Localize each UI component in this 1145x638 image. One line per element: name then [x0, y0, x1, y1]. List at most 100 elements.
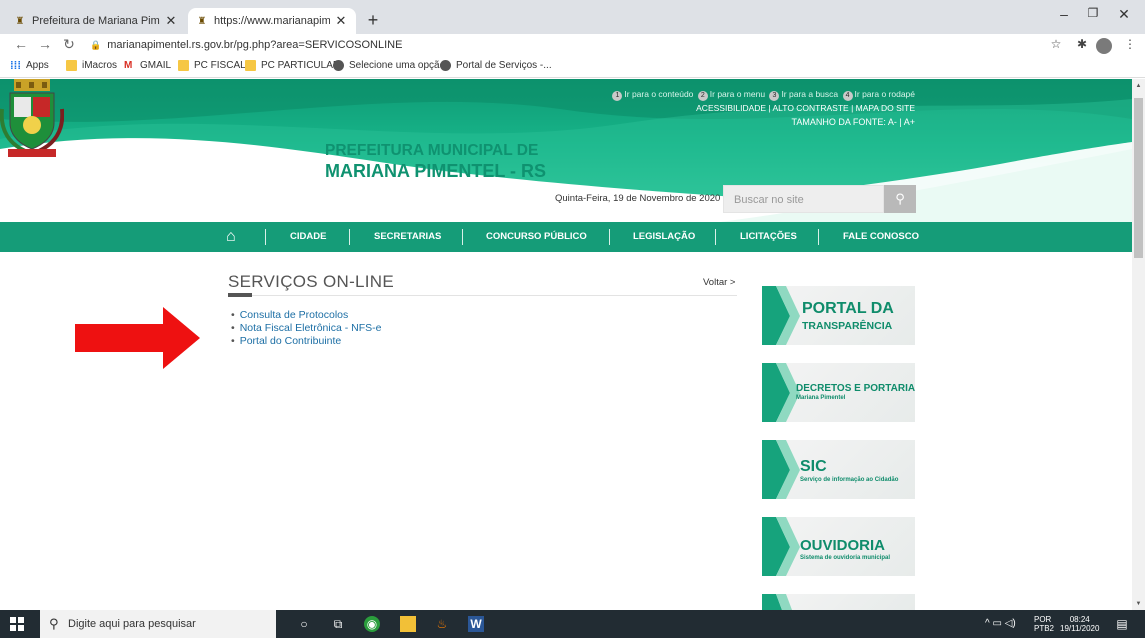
- cortana-icon[interactable]: ○: [296, 616, 312, 632]
- site-favicon-icon: ♜: [15, 15, 25, 27]
- banner-sic[interactable]: SIC Serviço de informação ao Cidadão: [762, 440, 915, 499]
- font-size-label: TAMANHO DA FONTE:: [791, 117, 886, 127]
- back-icon[interactable]: ←: [12, 36, 30, 52]
- number-3-icon: 3: [769, 91, 780, 101]
- folder-icon: [178, 60, 189, 71]
- bookmark-star-icon[interactable]: ☆: [1048, 37, 1064, 51]
- number-4-icon: 4: [842, 91, 853, 101]
- globe-icon: [440, 60, 451, 71]
- taskbar-search-placeholder: Digite aqui para pesquisar: [68, 618, 196, 630]
- main-nav: ⌂ CIDADE SECRETARIAS CONCURSO PÚBLICO LE…: [0, 222, 1132, 252]
- skip-content-link[interactable]: Ir para o conteúdo: [624, 89, 693, 99]
- nav-separator: [818, 229, 819, 245]
- bookmark-pc-particular[interactable]: PC PARTICULAR: [245, 60, 340, 71]
- site-favicon-icon: ♜: [197, 15, 207, 27]
- accessibility-links[interactable]: ACESSIBILIDADE | ALTO CONTRASTE | MAPA D…: [610, 101, 915, 115]
- close-tab-icon[interactable]: ✕: [164, 13, 178, 29]
- banner-stripe-graphic: [762, 517, 800, 576]
- scroll-up-icon[interactable]: ▲: [1132, 83, 1145, 89]
- browser-tab[interactable]: ♜ Prefeitura de Mariana Pimentel - ✕: [6, 8, 186, 34]
- site-brand[interactable]: PREFEITURA MUNICIPAL DE MARIANA PIMENTEL…: [325, 140, 546, 182]
- service-link-contribuinte[interactable]: Portal do Contribuinte: [231, 335, 381, 348]
- skip-menu-link[interactable]: Ir para o menu: [710, 89, 765, 99]
- nav-item-legislacao[interactable]: LEGISLAÇÃO: [633, 231, 695, 242]
- back-link[interactable]: Voltar >: [703, 277, 735, 288]
- menu-icon[interactable]: ⋮: [1122, 37, 1138, 51]
- bookmark-selecione[interactable]: Selecione uma opção: [333, 60, 445, 71]
- skip-search-link[interactable]: Ir para a busca: [781, 89, 838, 99]
- task-view-icon[interactable]: ⧉: [330, 616, 346, 632]
- close-tab-icon[interactable]: ✕: [334, 13, 348, 29]
- service-link-protocolos[interactable]: Consulta de Protocolos: [231, 309, 381, 322]
- site-search-input[interactable]: Buscar no site: [723, 185, 884, 213]
- app-flame-icon[interactable]: ♨: [434, 616, 450, 632]
- search-icon: ⚲: [49, 616, 59, 631]
- banner-portal-transparencia[interactable]: PORTAL DA TRANSPARÊNCIA: [762, 286, 915, 345]
- nav-item-licitacoes[interactable]: LICITAÇÕES: [740, 231, 797, 242]
- forward-icon[interactable]: →: [36, 36, 54, 52]
- banner-subtitle: Serviço de informação ao Cidadão: [800, 477, 899, 483]
- address-bar[interactable]: 🔒 marianapimentel.rs.gov.br/pg.php?area=S…: [90, 36, 402, 54]
- bookmark-portal-servicos[interactable]: Portal de Serviços -...: [440, 60, 552, 71]
- number-2-icon: 2: [697, 91, 708, 101]
- site-header: 1 Ir para o conteúdo 2 Ir para o menu 3 Ir …: [0, 79, 1132, 222]
- scroll-down-icon[interactable]: ▼: [1132, 601, 1145, 607]
- skip-links: 1 Ir para o conteúdo 2 Ir para o menu 3 Ir …: [610, 87, 915, 101]
- nav-item-concurso[interactable]: CONCURSO PÚBLICO: [486, 231, 587, 242]
- page-scrollbar[interactable]: ▲ ▼: [1132, 79, 1145, 610]
- tray-icons[interactable]: ^ ▭ ◁): [985, 619, 1016, 629]
- font-size-controls: TAMANHO DA FONTE: A- | A+: [610, 115, 915, 129]
- reload-icon[interactable]: ↻: [60, 36, 78, 53]
- red-arrow-annotation: [75, 307, 200, 369]
- home-icon[interactable]: ⌂: [226, 228, 236, 246]
- nav-item-secretarias[interactable]: SECRETARIAS: [374, 231, 441, 242]
- font-size-buttons[interactable]: A- | A+: [888, 117, 915, 127]
- scrollbar-thumb[interactable]: [1134, 98, 1143, 258]
- banner-title: DECRETOS E PORTARIAS: [796, 383, 915, 394]
- skip-footer-link[interactable]: Ir para o rodapé: [855, 89, 915, 99]
- browser-tab-bar: ♜ Prefeitura de Mariana Pimentel - ✕ ♜ h…: [0, 0, 1145, 34]
- banner-title: OUVIDORIA: [800, 537, 886, 554]
- section-title: SERVIÇOS ON-LINE: [228, 272, 395, 291]
- banner-partial[interactable]: [762, 594, 915, 610]
- nav-separator: [349, 229, 350, 245]
- bookmarks-bar: ⁞⁞⁞ Apps iMacros M GMAIL PC FISCAL PC PART…: [0, 56, 1145, 78]
- service-link-nfse[interactable]: Nota Fiscal Eletrônica - NFS-e: [231, 322, 382, 335]
- banner-decretos-portarias[interactable]: DECRETOS E PORTARIAS Mariana Pimentel: [762, 363, 915, 422]
- bookmark-pc-fiscal[interactable]: PC FISCAL: [178, 60, 246, 71]
- language-indicator[interactable]: POR PTB2: [1034, 615, 1054, 633]
- nav-separator: [462, 229, 463, 245]
- folder-icon: [245, 60, 256, 71]
- gmail-icon: M: [124, 60, 133, 71]
- banner-subtitle: Sistema de ouvidoria municipal: [800, 555, 891, 561]
- close-window-icon[interactable]: ✕: [1104, 6, 1144, 23]
- chrome-icon[interactable]: ◉: [364, 616, 380, 632]
- windows-start-icon[interactable]: [10, 617, 24, 631]
- profile-avatar[interactable]: [1096, 38, 1112, 54]
- extensions-icon[interactable]: ✱: [1074, 37, 1090, 51]
- bookmark-apps[interactable]: ⁞⁞⁞ Apps: [10, 60, 49, 72]
- search-button[interactable]: ⚲: [884, 185, 916, 213]
- windows-taskbar: ⚲ Digite aqui para pesquisar ○ ⧉ ◉ ♨ W ^…: [0, 610, 1145, 638]
- tab-title: Prefeitura de Mariana Pimentel -: [32, 15, 160, 27]
- notifications-icon[interactable]: ▤: [1114, 616, 1130, 632]
- title-accent-bar: [228, 293, 252, 297]
- url-text: marianapimentel.rs.gov.br/pg.php?area=SE…: [107, 39, 403, 51]
- browser-tab-active[interactable]: ♜ https://www.marianapimentel.rs.g ✕: [188, 8, 356, 34]
- search-icon: ⚲: [895, 191, 905, 206]
- bookmark-gmail[interactable]: M GMAIL: [124, 60, 171, 71]
- file-explorer-icon[interactable]: [400, 616, 416, 632]
- apps-grid-icon: ⁞⁞⁞: [10, 60, 21, 72]
- bookmark-imacros[interactable]: iMacros: [66, 60, 117, 71]
- nav-item-cidade[interactable]: CIDADE: [290, 231, 326, 242]
- nav-item-fale-conosco[interactable]: FALE CONOSCO: [843, 231, 919, 242]
- banner-stripe-graphic: [762, 440, 800, 499]
- banner-stripe-graphic: [762, 594, 792, 610]
- banner-subtitle: Mariana Pimentel: [796, 395, 846, 401]
- taskbar-search-box[interactable]: ⚲ Digite aqui para pesquisar: [40, 610, 276, 638]
- municipal-coat-of-arms-logo[interactable]: [0, 79, 64, 159]
- banner-ouvidoria[interactable]: OUVIDORIA Sistema de ouvidoria municipal: [762, 517, 915, 576]
- clock[interactable]: 08:24 19/11/2020: [1060, 615, 1099, 633]
- word-icon[interactable]: W: [468, 616, 484, 632]
- new-tab-button[interactable]: +: [362, 9, 384, 31]
